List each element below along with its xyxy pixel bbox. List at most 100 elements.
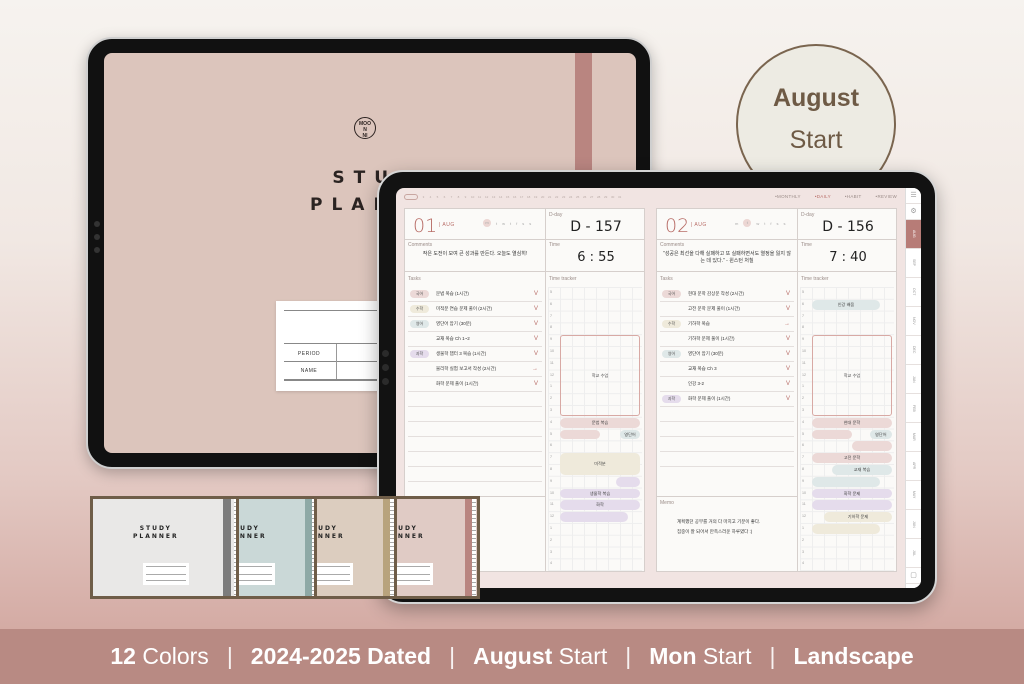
empty-task-row[interactable] bbox=[408, 437, 542, 452]
notes-icon[interactable]: ▢ bbox=[906, 568, 921, 584]
empty-task-row[interactable] bbox=[408, 467, 542, 482]
day-link[interactable]: 17 bbox=[520, 195, 523, 199]
task-row[interactable]: 국어 문법 복습 (1시간) V bbox=[408, 287, 542, 302]
nav-habit[interactable]: HABIT bbox=[845, 194, 862, 199]
nav-daily[interactable]: DAILY bbox=[815, 194, 831, 199]
day-strip[interactable]: 3 4 5 6 7 8 9 10 11 12 13 14 15 16 17 18 19 20 21 22 23 24 25 2… bbox=[404, 194, 621, 200]
weekday-5[interactable]: s bbox=[522, 221, 524, 227]
weekday-selector[interactable]: mtwtfss bbox=[483, 219, 531, 227]
task-status-mark[interactable]: V bbox=[534, 321, 538, 327]
task-row[interactable]: 화학 문제 풀이 (1시간) V bbox=[408, 377, 542, 392]
tracker-block[interactable]: 생물학 복습 bbox=[560, 488, 640, 499]
day-link[interactable]: 9 bbox=[464, 195, 467, 199]
day-link[interactable]: 31 bbox=[618, 195, 621, 199]
day-link[interactable]: 11 bbox=[478, 195, 481, 199]
swatch-rose[interactable]: STUDYPLANNER bbox=[394, 496, 480, 599]
time-tracker-grid[interactable]: 5 6 7 8 9 10 11 12 1 2 3 4 5 6 7 8 9 10 11 12 1 2 3 4 인강 배움 학교 수업… bbox=[800, 287, 894, 571]
tracker-block[interactable] bbox=[852, 441, 892, 452]
weekday-4[interactable]: f bbox=[516, 221, 517, 227]
day-link[interactable]: 18 bbox=[527, 195, 530, 199]
day-link[interactable]: 25 bbox=[576, 195, 579, 199]
tracker-block[interactable] bbox=[812, 524, 880, 534]
task-status-mark[interactable]: V bbox=[786, 336, 790, 342]
task-row[interactable]: 고전 문학 문제 풀이 (1시간) V bbox=[660, 302, 794, 317]
weekday-3[interactable]: t bbox=[510, 221, 511, 227]
day-link[interactable]: 27 bbox=[590, 195, 593, 199]
empty-task-row[interactable] bbox=[660, 407, 794, 422]
comment-text[interactable]: "성공은 최선을 다해 실패하고 또 실패하면서도 열정을 잃지 않는 데 있다… bbox=[663, 251, 791, 265]
task-status-mark[interactable]: V bbox=[786, 291, 790, 297]
tracker-block[interactable]: 화학 bbox=[560, 500, 640, 511]
tracker-block[interactable]: 인강 배움 bbox=[812, 299, 880, 310]
tracker-block[interactable] bbox=[616, 476, 640, 487]
empty-task-row[interactable] bbox=[660, 437, 794, 452]
month-tab-jul[interactable]: JUL bbox=[906, 539, 921, 568]
month-tab-feb[interactable]: FEB bbox=[906, 394, 921, 423]
month-tab-mar[interactable]: MAR bbox=[906, 423, 921, 452]
task-row[interactable]: 영어 영단어 암기 (30분) V bbox=[660, 347, 794, 362]
task-row[interactable]: 교재 복습 Ch 3 V bbox=[660, 362, 794, 377]
day-link[interactable]: 6 bbox=[443, 195, 446, 199]
tracker-block[interactable]: 교재 복습 bbox=[832, 465, 892, 475]
month-tab-sep[interactable]: SEP bbox=[906, 249, 921, 278]
tracker-block[interactable]: 기하학 문제 bbox=[824, 512, 892, 522]
tracker-block[interactable] bbox=[560, 429, 600, 440]
day-link[interactable]: 7 bbox=[450, 195, 453, 199]
task-row[interactable]: 인강 3-2 V bbox=[660, 377, 794, 392]
month-tab-nov[interactable]: NOV bbox=[906, 307, 921, 336]
day-link[interactable]: 12 bbox=[485, 195, 488, 199]
tracker-block[interactable] bbox=[812, 476, 880, 487]
day-link[interactable]: 21 bbox=[548, 195, 551, 199]
day-link[interactable]: 4 bbox=[429, 195, 432, 199]
empty-task-row[interactable] bbox=[408, 422, 542, 437]
task-status-mark[interactable]: V bbox=[786, 366, 790, 372]
month-tab-oct[interactable]: OCT bbox=[906, 278, 921, 307]
day-link[interactable]: 23 bbox=[562, 195, 565, 199]
comment-text[interactable]: 작은 도전이 모여 큰 성과를 만든다. 오늘도 열심히! bbox=[411, 251, 539, 258]
weekday-selector[interactable]: mtwtfss bbox=[735, 219, 785, 227]
tracker-block[interactable]: 영단어 bbox=[869, 429, 892, 440]
nav-monthly[interactable]: MONTHLY bbox=[775, 194, 801, 199]
week-pill[interactable] bbox=[404, 194, 418, 200]
tracker-block[interactable] bbox=[560, 512, 628, 522]
task-row[interactable]: 영어 영단어 암기 (30분) V bbox=[408, 317, 542, 332]
swatch-beige[interactable]: STUDYPLANNER bbox=[314, 496, 398, 599]
menu-icon[interactable]: ☰ bbox=[906, 188, 921, 204]
day-link[interactable]: 14 bbox=[499, 195, 502, 199]
weekday-1[interactable]: t bbox=[496, 221, 497, 227]
month-tab-jun[interactable]: JUN bbox=[906, 510, 921, 539]
month-tab-dec[interactable]: DEC bbox=[906, 336, 921, 365]
task-row[interactable]: 수학 미적분 연습 문제 풀이 (2시간) V bbox=[408, 302, 542, 317]
task-status-mark[interactable]: V bbox=[786, 396, 790, 402]
day-link[interactable]: 16 bbox=[513, 195, 516, 199]
tracker-block[interactable]: 문법 복습 bbox=[560, 417, 640, 428]
weekday-5[interactable]: s bbox=[776, 221, 778, 227]
empty-task-row[interactable] bbox=[408, 392, 542, 407]
day-link[interactable]: 30 bbox=[611, 195, 614, 199]
swatch-gray[interactable]: STUDY PLANNER bbox=[90, 496, 242, 599]
task-status-mark[interactable]: V bbox=[786, 306, 790, 312]
task-row[interactable]: 과학 생물학 챕터 3 복습 (1시간) V bbox=[408, 347, 542, 362]
weekday-2[interactable]: w bbox=[502, 221, 505, 227]
nav-review[interactable]: REVIEW bbox=[876, 194, 897, 199]
task-status-mark[interactable]: V bbox=[534, 381, 538, 387]
tracker-block[interactable]: 학교 수업 bbox=[560, 335, 640, 416]
day-link[interactable]: 15 bbox=[506, 195, 509, 199]
day-link[interactable]: 20 bbox=[541, 195, 544, 199]
swatch-sage-blue[interactable]: STUDYPLANNER bbox=[236, 496, 320, 599]
month-tab-apr[interactable]: APR bbox=[906, 452, 921, 481]
tracker-block[interactable]: 고전 문학 bbox=[812, 453, 892, 463]
task-row[interactable]: 수학 기하학 복습 → bbox=[660, 317, 794, 332]
tracker-block[interactable]: 학교 수업 bbox=[812, 335, 892, 416]
empty-task-row[interactable] bbox=[408, 452, 542, 467]
day-link[interactable]: 13 bbox=[492, 195, 495, 199]
month-tab-jan[interactable]: JAN bbox=[906, 365, 921, 394]
weekday-1[interactable]: t bbox=[743, 219, 752, 227]
tracker-block[interactable]: 화학 문제 bbox=[812, 488, 892, 499]
task-row[interactable]: 국어 현대 문학 감상문 작성 (2시간) V bbox=[660, 287, 794, 302]
task-row[interactable]: 과학 화학 문제 풀이 (1시간) V bbox=[660, 392, 794, 407]
task-status-mark[interactable]: → bbox=[532, 366, 538, 372]
empty-task-row[interactable] bbox=[408, 407, 542, 422]
weekday-2[interactable]: w bbox=[756, 221, 759, 227]
day-link[interactable]: 24 bbox=[569, 195, 572, 199]
